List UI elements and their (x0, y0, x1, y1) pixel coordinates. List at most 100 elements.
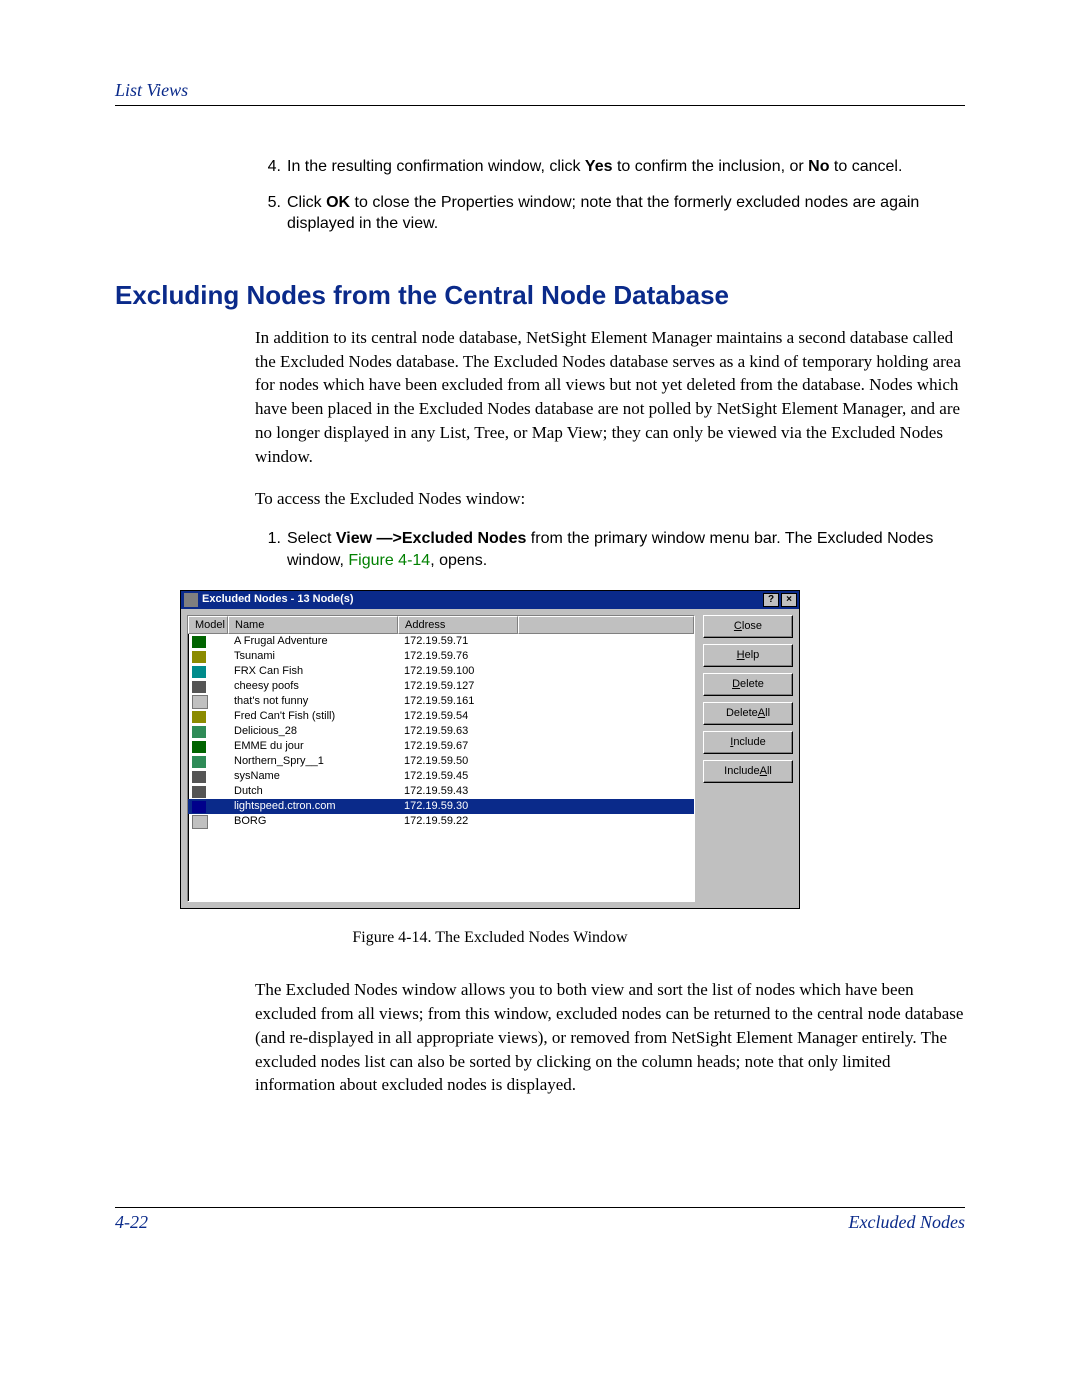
include-all-button[interactable]: Include All (703, 760, 793, 783)
list-rows-container: A Frugal Adventure172.19.59.71Tsunami172… (188, 634, 694, 829)
column-header-fill[interactable] (518, 616, 694, 635)
table-row[interactable]: sysName172.19.59.45 (188, 769, 694, 784)
model-icon (192, 756, 206, 768)
table-row[interactable]: Northern_Spry__1172.19.59.50 (188, 754, 694, 769)
model-cell (188, 695, 228, 709)
delete-all-button[interactable]: Delete All (703, 702, 793, 725)
page-header: List Views (115, 80, 965, 106)
name-cell: Delicious_28 (228, 724, 398, 739)
table-row[interactable]: Delicious_28172.19.59.63 (188, 724, 694, 739)
model-cell (188, 666, 228, 678)
table-row[interactable]: EMME du jour172.19.59.67 (188, 739, 694, 754)
page-footer: 4-22 Excluded Nodes (115, 1207, 965, 1233)
dialog-titlebar[interactable]: Excluded Nodes - 13 Node(s) ? × (180, 590, 800, 609)
name-cell: sysName (228, 769, 398, 784)
name-cell: cheesy poofs (228, 679, 398, 694)
step-text: In the resulting confirmation window, cl… (287, 156, 965, 178)
model-cell (188, 786, 228, 798)
model-icon (192, 786, 206, 798)
address-cell: 172.19.59.67 (398, 739, 518, 754)
table-row[interactable]: Tsunami172.19.59.76 (188, 649, 694, 664)
after-figure-paragraph: The Excluded Nodes window allows you to … (255, 978, 965, 1097)
address-cell: 172.19.59.63 (398, 724, 518, 739)
model-cell (188, 756, 228, 768)
access-steps-list: 1. Select View —>Excluded Nodes from the… (255, 528, 965, 571)
intro-paragraph: In addition to its central node database… (255, 326, 965, 469)
model-cell (188, 801, 228, 813)
nodes-list-panel[interactable]: Model Name Address A Frugal Adventure172… (187, 615, 695, 902)
name-cell: BORG (228, 814, 398, 829)
figure-caption: Figure 4-14. The Excluded Nodes Window (180, 927, 800, 949)
model-cell (188, 741, 228, 753)
footer-rule (115, 1207, 965, 1208)
address-cell: 172.19.59.22 (398, 814, 518, 829)
name-cell: Dutch (228, 784, 398, 799)
footer-page-number: 4-22 (115, 1212, 148, 1233)
model-icon (192, 636, 206, 648)
step-number: 4. (255, 156, 287, 178)
table-row[interactable]: FRX Can Fish172.19.59.100 (188, 664, 694, 679)
step-4: 4. In the resulting confirmation window,… (255, 156, 965, 178)
access-paragraph: To access the Excluded Nodes window: (255, 487, 965, 511)
address-cell: 172.19.59.76 (398, 649, 518, 664)
name-cell: Northern_Spry__1 (228, 754, 398, 769)
column-header-model[interactable]: Model (188, 616, 228, 635)
excluded-nodes-dialog: Excluded Nodes - 13 Node(s) ? × Model Na… (180, 590, 800, 909)
model-icon (192, 801, 206, 813)
table-row[interactable]: Dutch172.19.59.43 (188, 784, 694, 799)
address-cell: 172.19.59.43 (398, 784, 518, 799)
access-step-1: 1. Select View —>Excluded Nodes from the… (255, 528, 965, 571)
table-row[interactable]: that's not funny172.19.59.161 (188, 694, 694, 709)
model-cell (188, 711, 228, 723)
name-cell: lightspeed.ctron.com (228, 799, 398, 814)
address-cell: 172.19.59.100 (398, 664, 518, 679)
address-cell: 172.19.59.71 (398, 634, 518, 649)
delete-button[interactable]: Delete (703, 673, 793, 696)
dialog-help-button[interactable]: ? (763, 593, 779, 607)
column-header-name[interactable]: Name (228, 616, 398, 635)
model-icon (192, 681, 206, 693)
model-icon (192, 771, 206, 783)
column-header-address[interactable]: Address (398, 616, 518, 635)
step-number: 1. (255, 528, 287, 571)
model-cell (188, 636, 228, 648)
section-heading: Excluding Nodes from the Central Node Da… (115, 280, 965, 311)
name-cell: that's not funny (228, 694, 398, 709)
continuation-steps-list: 4. In the resulting confirmation window,… (255, 156, 965, 235)
address-cell: 172.19.59.127 (398, 679, 518, 694)
header-rule (115, 105, 965, 106)
include-button[interactable]: Include (703, 731, 793, 754)
model-cell (188, 771, 228, 783)
step-5: 5. Click OK to close the Properties wind… (255, 192, 965, 235)
table-row[interactable]: A Frugal Adventure172.19.59.71 (188, 634, 694, 649)
dialog-body: Model Name Address A Frugal Adventure172… (180, 609, 800, 909)
address-cell: 172.19.59.45 (398, 769, 518, 784)
dialog-button-stack: Close Help Delete Delete All Include Inc… (703, 615, 793, 902)
name-cell: FRX Can Fish (228, 664, 398, 679)
model-cell (188, 651, 228, 663)
model-icon (192, 711, 206, 723)
model-cell (188, 815, 228, 829)
model-cell (188, 726, 228, 738)
name-cell: A Frugal Adventure (228, 634, 398, 649)
figure-reference-link[interactable]: Figure 4-14 (348, 552, 430, 569)
table-row[interactable]: Fred Can't Fish (still)172.19.59.54 (188, 709, 694, 724)
step-text: Click OK to close the Properties window;… (287, 192, 965, 235)
table-row[interactable]: lightspeed.ctron.com172.19.59.30 (188, 799, 694, 814)
name-cell: Tsunami (228, 649, 398, 664)
footer-section-label: Excluded Nodes (849, 1212, 965, 1233)
table-row[interactable]: cheesy poofs172.19.59.127 (188, 679, 694, 694)
step-text: Select View —>Excluded Nodes from the pr… (287, 528, 965, 571)
address-cell: 172.19.59.54 (398, 709, 518, 724)
name-cell: EMME du jour (228, 739, 398, 754)
list-header-row: Model Name Address (188, 616, 694, 635)
close-button[interactable]: Close (703, 615, 793, 638)
model-icon (192, 695, 208, 709)
dialog-close-button[interactable]: × (781, 593, 797, 607)
help-button[interactable]: Help (703, 644, 793, 667)
table-row[interactable]: BORG172.19.59.22 (188, 814, 694, 829)
address-cell: 172.19.59.50 (398, 754, 518, 769)
header-section-label: List Views (115, 80, 965, 101)
step-number: 5. (255, 192, 287, 235)
model-icon (192, 726, 206, 738)
